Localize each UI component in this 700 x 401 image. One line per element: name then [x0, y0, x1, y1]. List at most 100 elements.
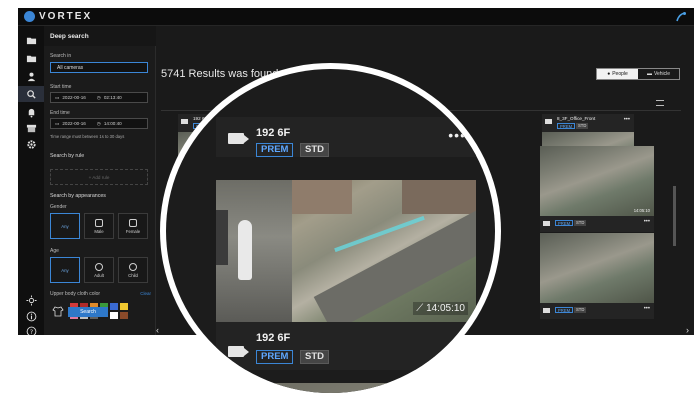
building: [402, 180, 476, 214]
chevron-left-icon[interactable]: ‹: [156, 325, 159, 335]
camera-name: 192 6F: [256, 127, 291, 139]
shirt-icon: [52, 304, 64, 317]
vehicle-toggle[interactable]: ▬ Vehicle: [638, 69, 679, 79]
clock-icon: ◷: [96, 94, 101, 100]
filter-icon[interactable]: [656, 100, 664, 106]
end-time-field[interactable]: ▭ 2022-00-16 ◷ 14:00:40: [50, 118, 148, 129]
search-in-value: All cameras: [57, 64, 84, 71]
color-swatch[interactable]: [110, 303, 118, 310]
adult-icon: [95, 262, 103, 271]
person-icon: ●: [607, 71, 611, 77]
folder-open-icon[interactable]: [25, 52, 37, 64]
age-child-option[interactable]: Child: [118, 257, 148, 283]
color-swatch[interactable]: [120, 303, 128, 310]
panel-title: Deep search: [44, 26, 156, 46]
more-options-icon[interactable]: •••: [448, 127, 466, 143]
camera-icon: [228, 133, 249, 144]
person-crop: [216, 180, 292, 322]
brightness-icon[interactable]: [25, 294, 37, 306]
more-options-icon[interactable]: •••: [644, 219, 650, 225]
account-icon[interactable]: [675, 11, 687, 23]
bell-icon[interactable]: [25, 106, 37, 118]
age-any-label: Any: [61, 267, 69, 273]
people-vehicle-toggle[interactable]: ● People ▬ Vehicle: [596, 68, 680, 80]
archive-icon[interactable]: [25, 122, 37, 134]
timestamp-text: 14:05:10: [426, 303, 465, 314]
card-header: 8_3F_Office_Front PREM STD •••: [542, 114, 634, 132]
camera-icon: [543, 308, 550, 313]
start-date: 2022-00-16: [62, 95, 86, 100]
deep-search-panel: Deep search Search in All cameras Start …: [44, 26, 156, 335]
search-by-rule-label: Search by rule: [50, 153, 85, 159]
color-swatch[interactable]: [120, 312, 128, 319]
car-icon: ▬: [646, 71, 652, 77]
help-icon[interactable]: ?: [25, 325, 37, 335]
calendar-icon: ▭: [55, 94, 60, 100]
color-swatch[interactable]: [110, 312, 118, 319]
card-header: PREM STD •••: [540, 303, 654, 319]
vehicle-label: Vehicle: [653, 71, 671, 77]
camera-icon: [545, 119, 552, 124]
result-card[interactable]: 14:05:10 PREM STD •••: [540, 146, 654, 232]
camera-name: 8_3F_Office_Front: [557, 116, 596, 121]
child-icon: [129, 262, 137, 271]
folder-icon[interactable]: [25, 34, 37, 46]
person-figure: [216, 210, 228, 265]
gender-any-option[interactable]: Any: [50, 213, 80, 239]
more-options-icon[interactable]: •••: [448, 340, 466, 356]
trend-icon: ⟋: [416, 303, 427, 314]
more-options-icon[interactable]: •••: [624, 117, 630, 123]
start-time-label: Start time: [50, 84, 72, 90]
gear-icon[interactable]: [25, 138, 37, 150]
timestamp: ⟋ 14:05:10: [413, 302, 468, 315]
card-header: PREM STD •••: [540, 216, 654, 232]
search-by-appearances-label: Search by appearances: [50, 193, 106, 199]
gender-male-option[interactable]: Male: [84, 213, 114, 239]
deep-search-icon[interactable]: [18, 86, 44, 102]
gender-female-option[interactable]: Female: [118, 213, 148, 239]
chevron-right-icon[interactable]: ›: [686, 325, 689, 335]
clear-link[interactable]: Clear: [140, 291, 151, 296]
search-button[interactable]: Search: [68, 307, 108, 317]
result-card[interactable]: PREM STD •••: [540, 233, 654, 319]
age-adult-option[interactable]: Adult: [84, 257, 114, 283]
result-thumbnail: [540, 233, 654, 303]
top-bar: VORTEX: [18, 8, 694, 26]
std-badge: STD: [576, 123, 589, 129]
people-label: People: [612, 71, 628, 77]
info-icon[interactable]: [25, 310, 37, 322]
logo: VORTEX: [24, 11, 92, 22]
more-options-icon[interactable]: •••: [644, 306, 650, 312]
timestamp: 14:05:10: [633, 208, 650, 213]
zoomed-next-thumbnail: [216, 383, 476, 393]
std-badge: STD: [574, 220, 587, 226]
magnified-view: 192 6F PREM STD ••• ⟋ 14:05:10 192 6F PR…: [166, 69, 495, 393]
calendar-icon: ▭: [55, 120, 60, 126]
male-icon: [95, 218, 103, 227]
street-scene: [292, 180, 476, 322]
result-thumbnail: 14:05:10: [540, 146, 654, 216]
end-date: 2022-00-16: [62, 121, 86, 126]
camera-icon: [228, 346, 249, 357]
camera-icon: [543, 221, 550, 226]
gender-any-label: Any: [61, 223, 69, 229]
start-time-field[interactable]: ▭ 2022-00-16 ◷ 02:13:40: [50, 92, 148, 103]
age-any-option[interactable]: Any: [50, 257, 80, 283]
female-icon: [129, 218, 137, 227]
magnifier-lens: 192 6F PREM STD ••• ⟋ 14:05:10 192 6F PR…: [160, 63, 501, 399]
svg-text:?: ?: [29, 327, 32, 335]
search-in-label: Search in: [50, 53, 72, 59]
person-icon[interactable]: [25, 70, 37, 82]
search-in-field[interactable]: All cameras: [50, 62, 148, 73]
vertical-scrollbar[interactable]: [673, 186, 676, 246]
prem-badge: PREM: [256, 350, 294, 364]
upper-body-color-label: Upper body cloth color: [50, 291, 101, 297]
zoomed-card-header-bottom: 192 6F PREM STD •••: [216, 322, 476, 370]
zoomed-thumbnail: ⟋ 14:05:10: [216, 180, 476, 322]
person-figure: [238, 220, 252, 280]
people-toggle[interactable]: ● People: [597, 69, 638, 79]
prem-badge: PREM: [557, 123, 576, 129]
zoomed-card-header-top: 192 6F PREM STD •••: [216, 117, 476, 157]
add-rule-button[interactable]: + Add rule: [50, 169, 148, 185]
std-badge: STD: [300, 143, 329, 157]
